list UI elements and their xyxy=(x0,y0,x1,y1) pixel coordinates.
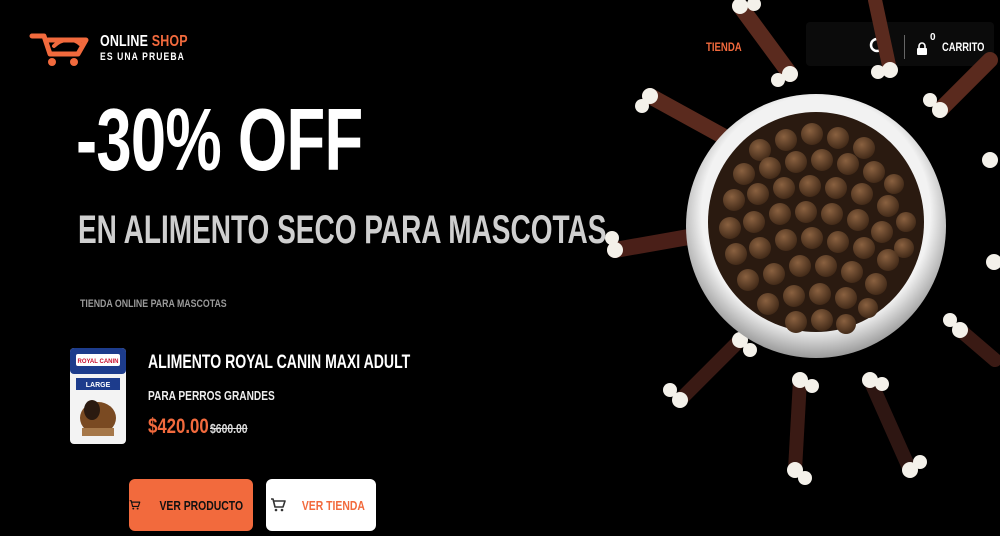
logo-icon xyxy=(29,33,89,66)
package-brand: ROYAL CANIN xyxy=(77,359,118,365)
logo-tagline: ES UNA PRUEBA xyxy=(100,50,185,63)
product-price: $420.00 xyxy=(148,415,209,438)
logo-title: ONLINE SHOP xyxy=(100,32,188,50)
product-old-price: $600.00 xyxy=(210,421,248,436)
store-tagline: TIENDA ONLINE PARA MASCOTAS xyxy=(80,298,227,310)
logo[interactable]: ONLINE SHOP ES UNA PRUEBA xyxy=(28,28,212,68)
product-image[interactable]: ROYAL CANIN LARGE xyxy=(70,348,126,444)
ver-producto-button[interactable]: VER PRODUCTO xyxy=(129,479,253,531)
promo-headline: -30% OFF xyxy=(76,90,363,189)
pet-food-bowl-image xyxy=(605,0,1000,485)
cart-icon xyxy=(129,500,141,510)
package-size: LARGE xyxy=(86,382,111,389)
ver-tienda-label: VER TIENDA xyxy=(301,497,365,513)
product-name[interactable]: ALIMENTO ROYAL CANIN MAXI ADULT xyxy=(148,352,410,374)
ver-producto-label: VER PRODUCTO xyxy=(158,497,243,513)
cart-icon xyxy=(270,498,286,512)
promo-subheadline: EN ALIMENTO SECO PARA MASCOTAS xyxy=(78,208,607,252)
ver-tienda-button[interactable]: VER TIENDA xyxy=(266,479,376,531)
product-subtitle: PARA PERROS GRANDES xyxy=(148,388,275,403)
